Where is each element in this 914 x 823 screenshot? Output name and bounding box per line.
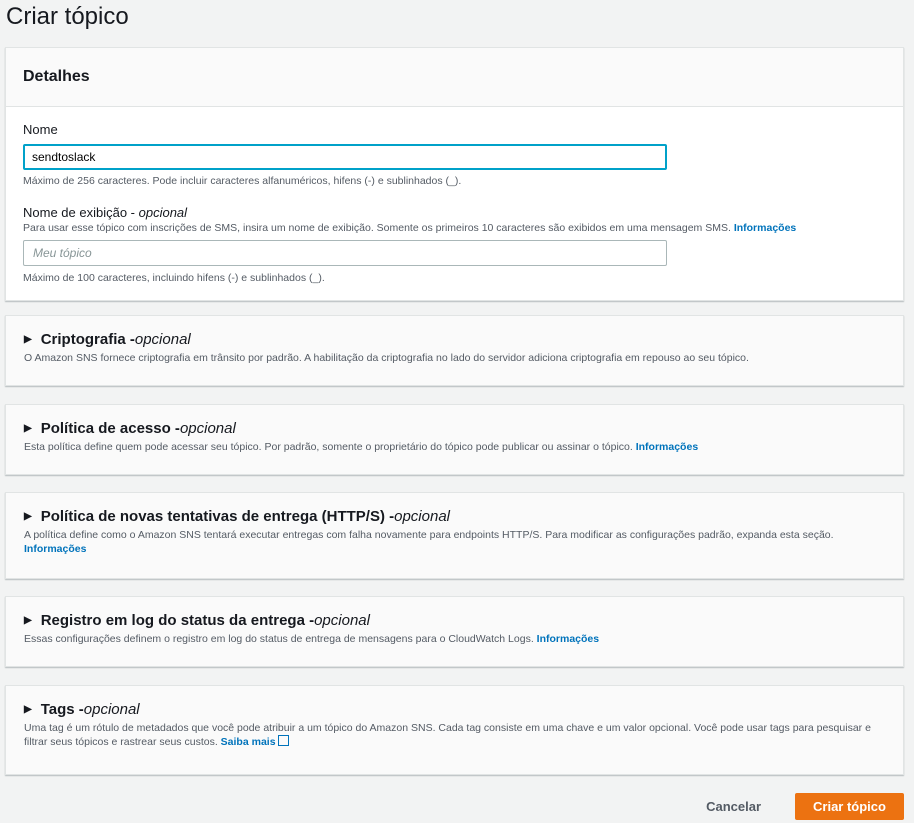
section-link[interactable]: Informações [636,441,698,453]
name-label: Nome [23,122,58,137]
display-name-hint: Máximo de 100 caracteres, incluindo hife… [23,272,325,284]
display-name-input[interactable] [23,240,667,266]
section-tags: ▶ Tags - opcional Uma tag é um rótulo de m… [5,685,904,775]
section-toggle[interactable]: ▶ Política de novas tentativas de entrega… [24,509,885,524]
section-toggle[interactable]: ▶ Política de acesso - opcional [24,421,885,436]
caret-right-icon: ▶ [24,704,32,715]
caret-right-icon: ▶ [24,334,32,345]
section-encryption: ▶ Criptografia - opcional O Amazon SNS for… [5,315,904,386]
details-title: Detalhes [6,48,903,107]
section-link[interactable]: Informações [24,543,86,555]
create-topic-button[interactable]: Criar tópico [795,793,904,820]
caret-right-icon: ▶ [24,511,32,522]
page-title: Criar tópico [6,3,129,30]
section-link[interactable]: Saiba mais [221,736,276,748]
section-description: Uma tag é um rótulo de metadados que voc… [24,722,871,748]
section-link[interactable]: Informações [537,633,599,645]
caret-right-icon: ▶ [24,615,32,626]
section-delivery-retry-policy: ▶ Política de novas tentativas de entrega… [5,492,904,579]
name-hint: Máximo de 256 caracteres. Pode incluir c… [23,175,462,187]
section-description: O Amazon SNS fornece criptografia em trâ… [24,352,749,364]
external-link-icon [278,735,290,746]
section-description: A política define como o Amazon SNS tent… [24,529,834,555]
cancel-button[interactable]: Cancelar [700,798,767,815]
section-toggle[interactable]: ▶ Tags - opcional [24,702,885,717]
section-access-policy: ▶ Política de acesso - opcional Esta polít… [5,404,904,475]
section-toggle[interactable]: ▶ Registro em log do status da entrega - … [24,613,885,628]
section-description: Esta política define quem pode acessar s… [24,441,699,453]
info-link[interactable]: Informações [734,222,796,234]
display-name-label: Nome de exibição - opcional [23,205,188,220]
caret-right-icon: ▶ [24,423,32,434]
section-toggle[interactable]: ▶ Criptografia - opcional [24,332,885,347]
section-delivery-status-logging: ▶ Registro em log do status da entrega - … [5,596,904,667]
section-description: Essas configurações definem o registro e… [24,633,600,645]
display-name-desc: Para usar esse tópico com inscrições de … [23,222,797,234]
details-panel: Detalhes Nome Máximo de 256 caracteres. … [5,47,904,301]
name-input[interactable] [23,144,667,170]
